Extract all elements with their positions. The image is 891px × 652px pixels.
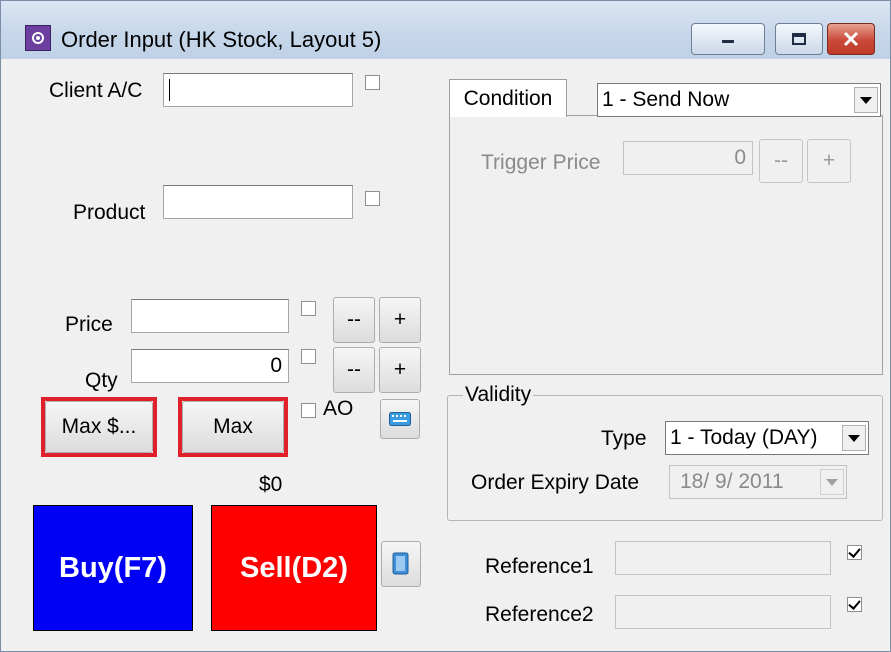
notebook-icon: [392, 552, 409, 575]
maximize-icon: [792, 33, 806, 45]
chevron-down-icon[interactable]: [854, 87, 878, 113]
buy-button[interactable]: Buy(F7): [33, 505, 193, 631]
validity-type-value: 1 - Today (DAY): [670, 426, 818, 449]
amount-text: $0: [259, 473, 283, 496]
reference1-input[interactable]: [615, 541, 831, 575]
close-button[interactable]: [827, 23, 875, 55]
notes-button[interactable]: [381, 541, 421, 587]
order-expiry-value: 18/ 9/ 2011: [680, 470, 784, 493]
qty-decrease-button[interactable]: --: [333, 347, 375, 393]
client-ac-label: Client A/C: [49, 79, 143, 102]
text-cursor: [169, 79, 170, 101]
client-ac-checkbox[interactable]: [365, 75, 380, 90]
order-form: Client A/C Product Price -- + Qty 0 -- +…: [11, 59, 883, 649]
keyboard-icon: [389, 412, 411, 426]
trigger-increase-button[interactable]: +: [807, 139, 851, 183]
order-expiry-date-picker[interactable]: 18/ 9/ 2011: [669, 465, 847, 499]
chevron-down-icon[interactable]: [842, 425, 866, 451]
condition-selected-value: 1 - Send Now: [602, 88, 730, 111]
trigger-price-label: Trigger Price: [481, 151, 601, 174]
reference2-input[interactable]: [615, 595, 831, 629]
type-label: Type: [601, 427, 647, 450]
price-decrease-button[interactable]: --: [333, 297, 375, 343]
reference1-label: Reference1: [485, 555, 594, 578]
sell-button[interactable]: Sell(D2): [211, 505, 377, 631]
validity-label: Validity: [463, 383, 534, 407]
qty-input[interactable]: 0: [131, 349, 289, 383]
window-title: Order Input (HK Stock, Layout 5): [61, 27, 382, 52]
tab-condition[interactable]: Condition: [449, 79, 567, 117]
trigger-price-input[interactable]: 0: [623, 141, 753, 175]
price-label: Price: [65, 313, 113, 336]
qty-checkbox[interactable]: [301, 349, 316, 364]
qty-increase-button[interactable]: +: [379, 347, 421, 393]
condition-select[interactable]: 1 - Send Now: [597, 83, 881, 117]
app-icon[interactable]: [25, 25, 51, 51]
close-icon: [843, 31, 859, 47]
client-ac-input[interactable]: [163, 73, 353, 107]
reference2-checkbox[interactable]: [847, 597, 862, 612]
order-input-window: Order Input (HK Stock, Layout 5) Client …: [0, 0, 891, 652]
ao-checkbox[interactable]: [301, 403, 316, 418]
product-input[interactable]: [163, 185, 353, 219]
maximize-button[interactable]: [775, 23, 823, 55]
reference2-label: Reference2: [485, 603, 594, 626]
reference1-checkbox[interactable]: [847, 545, 862, 560]
title-bar[interactable]: Order Input (HK Stock, Layout 5): [1, 1, 890, 59]
keyboard-button[interactable]: [380, 399, 420, 439]
price-checkbox[interactable]: [301, 301, 316, 316]
validity-type-select[interactable]: 1 - Today (DAY): [665, 421, 869, 455]
product-checkbox[interactable]: [365, 191, 380, 206]
qty-label: Qty: [85, 369, 118, 392]
minimize-icon: [722, 40, 734, 43]
trigger-decrease-button[interactable]: --: [759, 139, 803, 183]
ao-label: AO: [323, 397, 354, 420]
order-expiry-label: Order Expiry Date: [471, 471, 640, 494]
minimize-button[interactable]: [691, 23, 765, 55]
chevron-down-icon[interactable]: [820, 469, 844, 495]
validity-group: [447, 395, 883, 521]
price-increase-button[interactable]: +: [379, 297, 421, 343]
price-input[interactable]: [131, 299, 289, 333]
max-dollar-button[interactable]: Max $...: [45, 401, 153, 453]
max-button[interactable]: Max: [182, 401, 284, 453]
product-label: Product: [73, 201, 146, 224]
